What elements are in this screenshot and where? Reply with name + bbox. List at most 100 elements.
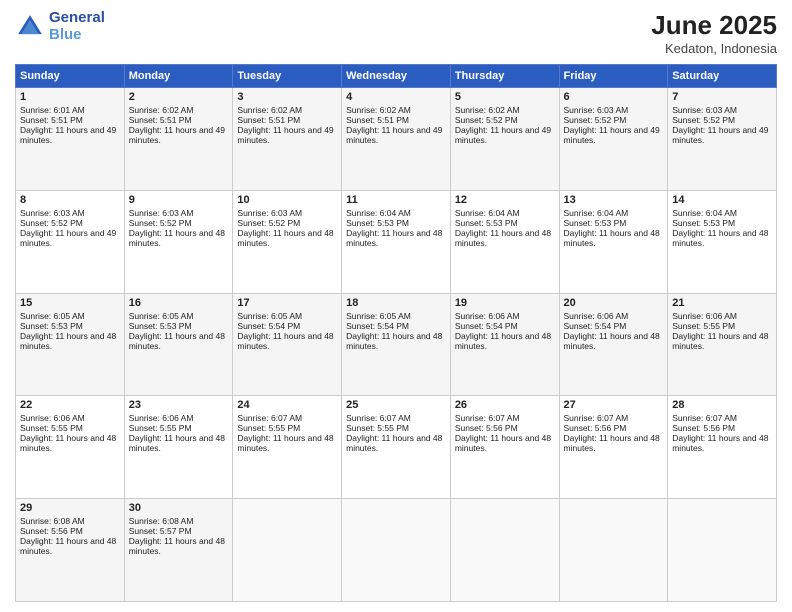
day-number: 30 xyxy=(129,502,229,514)
day-info: Sunrise: 6:06 AMSunset: 5:55 PMDaylight:… xyxy=(129,413,225,453)
day-number: 14 xyxy=(672,194,772,206)
day-info: Sunrise: 6:06 AMSunset: 5:55 PMDaylight:… xyxy=(672,311,768,351)
day-number: 15 xyxy=(20,297,120,309)
calendar-cell: 16 Sunrise: 6:05 AMSunset: 5:53 PMDayligh… xyxy=(124,293,233,396)
day-info: Sunrise: 6:02 AMSunset: 5:51 PMDaylight:… xyxy=(129,105,225,145)
logo-icon xyxy=(15,12,45,42)
calendar-cell: 7 Sunrise: 6:03 AMSunset: 5:52 PMDaylight… xyxy=(668,88,777,191)
day-number: 22 xyxy=(20,399,120,411)
page: General Blue June 2025 Kedaton, Indonesi… xyxy=(0,0,792,612)
calendar-cell: 5 Sunrise: 6:02 AMSunset: 5:52 PMDaylight… xyxy=(450,88,559,191)
calendar-cell: 30 Sunrise: 6:08 AMSunset: 5:57 PMDayligh… xyxy=(124,499,233,602)
calendar-cell: 2 Sunrise: 6:02 AMSunset: 5:51 PMDaylight… xyxy=(124,88,233,191)
day-info: Sunrise: 6:03 AMSunset: 5:52 PMDaylight:… xyxy=(237,208,333,248)
day-number: 9 xyxy=(129,194,229,206)
day-number: 16 xyxy=(129,297,229,309)
day-header: Tuesday xyxy=(233,65,342,88)
day-info: Sunrise: 6:06 AMSunset: 5:54 PMDaylight:… xyxy=(455,311,551,351)
day-info: Sunrise: 6:05 AMSunset: 5:54 PMDaylight:… xyxy=(237,311,333,351)
calendar-cell xyxy=(233,499,342,602)
day-number: 25 xyxy=(346,399,446,411)
month-title: June 2025 xyxy=(651,10,777,41)
location: Kedaton, Indonesia xyxy=(651,41,777,56)
day-info: Sunrise: 6:04 AMSunset: 5:53 PMDaylight:… xyxy=(564,208,660,248)
day-number: 24 xyxy=(237,399,337,411)
day-number: 20 xyxy=(564,297,664,309)
calendar-cell: 4 Sunrise: 6:02 AMSunset: 5:51 PMDaylight… xyxy=(342,88,451,191)
day-number: 3 xyxy=(237,91,337,103)
calendar-cell: 20 Sunrise: 6:06 AMSunset: 5:54 PMDayligh… xyxy=(559,293,668,396)
calendar-cell xyxy=(450,499,559,602)
day-number: 1 xyxy=(20,91,120,103)
day-number: 28 xyxy=(672,399,772,411)
day-info: Sunrise: 6:04 AMSunset: 5:53 PMDaylight:… xyxy=(346,208,442,248)
day-header: Monday xyxy=(124,65,233,88)
day-info: Sunrise: 6:02 AMSunset: 5:52 PMDaylight:… xyxy=(455,105,551,145)
calendar-cell: 1 Sunrise: 6:01 AMSunset: 5:51 PMDaylight… xyxy=(16,88,125,191)
day-number: 10 xyxy=(237,194,337,206)
day-info: Sunrise: 6:02 AMSunset: 5:51 PMDaylight:… xyxy=(237,105,333,145)
day-number: 21 xyxy=(672,297,772,309)
logo: General Blue xyxy=(15,10,105,43)
day-number: 5 xyxy=(455,91,555,103)
day-info: Sunrise: 6:03 AMSunset: 5:52 PMDaylight:… xyxy=(20,208,116,248)
logo-text: General Blue xyxy=(49,10,105,43)
day-header: Sunday xyxy=(16,65,125,88)
day-number: 23 xyxy=(129,399,229,411)
calendar-cell: 18Sunrise: 6:05 AMSunset: 5:54 PMDayligh… xyxy=(342,293,451,396)
day-number: 26 xyxy=(455,399,555,411)
day-number: 18 xyxy=(346,297,446,309)
calendar-cell: 11 Sunrise: 6:04 AMSunset: 5:53 PMDayligh… xyxy=(342,190,451,293)
day-header: Thursday xyxy=(450,65,559,88)
day-header: Saturday xyxy=(668,65,777,88)
day-header: Wednesday xyxy=(342,65,451,88)
day-number: 19 xyxy=(455,297,555,309)
day-info: Sunrise: 6:03 AMSunset: 5:52 PMDaylight:… xyxy=(672,105,768,145)
calendar-cell: 8Sunrise: 6:03 AMSunset: 5:52 PMDaylight… xyxy=(16,190,125,293)
day-info: Sunrise: 6:03 AMSunset: 5:52 PMDaylight:… xyxy=(564,105,660,145)
calendar-cell: 10 Sunrise: 6:03 AMSunset: 5:52 PMDayligh… xyxy=(233,190,342,293)
day-number: 2 xyxy=(129,91,229,103)
day-number: 7 xyxy=(672,91,772,103)
calendar-cell: 26Sunrise: 6:07 AMSunset: 5:56 PMDayligh… xyxy=(450,396,559,499)
day-info: Sunrise: 6:02 AMSunset: 5:51 PMDaylight:… xyxy=(346,105,442,145)
calendar-header-row: SundayMondayTuesdayWednesdayThursdayFrid… xyxy=(16,65,777,88)
calendar-table: SundayMondayTuesdayWednesdayThursdayFrid… xyxy=(15,64,777,602)
day-info: Sunrise: 6:05 AMSunset: 5:53 PMDaylight:… xyxy=(129,311,225,351)
calendar-cell: 19 Sunrise: 6:06 AMSunset: 5:54 PMDayligh… xyxy=(450,293,559,396)
calendar-cell: 25Sunrise: 6:07 AMSunset: 5:55 PMDayligh… xyxy=(342,396,451,499)
calendar-cell xyxy=(342,499,451,602)
day-info: Sunrise: 6:01 AMSunset: 5:51 PMDaylight:… xyxy=(20,105,116,145)
day-info: Sunrise: 6:03 AMSunset: 5:52 PMDaylight:… xyxy=(129,208,225,248)
day-info: Sunrise: 6:07 AMSunset: 5:56 PMDaylight:… xyxy=(564,413,660,453)
day-info: Sunrise: 6:06 AMSunset: 5:55 PMDaylight:… xyxy=(20,413,116,453)
calendar-cell: 6 Sunrise: 6:03 AMSunset: 5:52 PMDaylight… xyxy=(559,88,668,191)
day-number: 13 xyxy=(564,194,664,206)
calendar-cell xyxy=(668,499,777,602)
calendar-cell: 3 Sunrise: 6:02 AMSunset: 5:51 PMDaylight… xyxy=(233,88,342,191)
day-info: Sunrise: 6:05 AMSunset: 5:53 PMDaylight:… xyxy=(20,311,116,351)
calendar-cell: 14Sunrise: 6:04 AMSunset: 5:53 PMDayligh… xyxy=(668,190,777,293)
day-number: 11 xyxy=(346,194,446,206)
calendar-cell: 12Sunrise: 6:04 AMSunset: 5:53 PMDayligh… xyxy=(450,190,559,293)
day-number: 17 xyxy=(237,297,337,309)
calendar-cell: 27 Sunrise: 6:07 AMSunset: 5:56 PMDayligh… xyxy=(559,396,668,499)
calendar-cell xyxy=(559,499,668,602)
header: General Blue June 2025 Kedaton, Indonesi… xyxy=(15,10,777,56)
day-number: 6 xyxy=(564,91,664,103)
calendar-cell: 17 Sunrise: 6:05 AMSunset: 5:54 PMDayligh… xyxy=(233,293,342,396)
day-info: Sunrise: 6:08 AMSunset: 5:57 PMDaylight:… xyxy=(129,516,225,556)
day-number: 12 xyxy=(455,194,555,206)
day-number: 27 xyxy=(564,399,664,411)
day-info: Sunrise: 6:08 AMSunset: 5:56 PMDaylight:… xyxy=(20,516,116,556)
calendar-cell: 29 Sunrise: 6:08 AMSunset: 5:56 PMDayligh… xyxy=(16,499,125,602)
calendar-cell: 21 Sunrise: 6:06 AMSunset: 5:55 PMDayligh… xyxy=(668,293,777,396)
calendar-cell: 9 Sunrise: 6:03 AMSunset: 5:52 PMDaylight… xyxy=(124,190,233,293)
day-number: 4 xyxy=(346,91,446,103)
calendar-cell: 23 Sunrise: 6:06 AMSunset: 5:55 PMDayligh… xyxy=(124,396,233,499)
calendar-cell: 15 Sunrise: 6:05 AMSunset: 5:53 PMDayligh… xyxy=(16,293,125,396)
day-info: Sunrise: 6:07 AMSunset: 5:56 PMDaylight:… xyxy=(672,413,768,453)
calendar-cell: 24Sunrise: 6:07 AMSunset: 5:55 PMDayligh… xyxy=(233,396,342,499)
day-info: Sunrise: 6:06 AMSunset: 5:54 PMDaylight:… xyxy=(564,311,660,351)
day-number: 29 xyxy=(20,502,120,514)
